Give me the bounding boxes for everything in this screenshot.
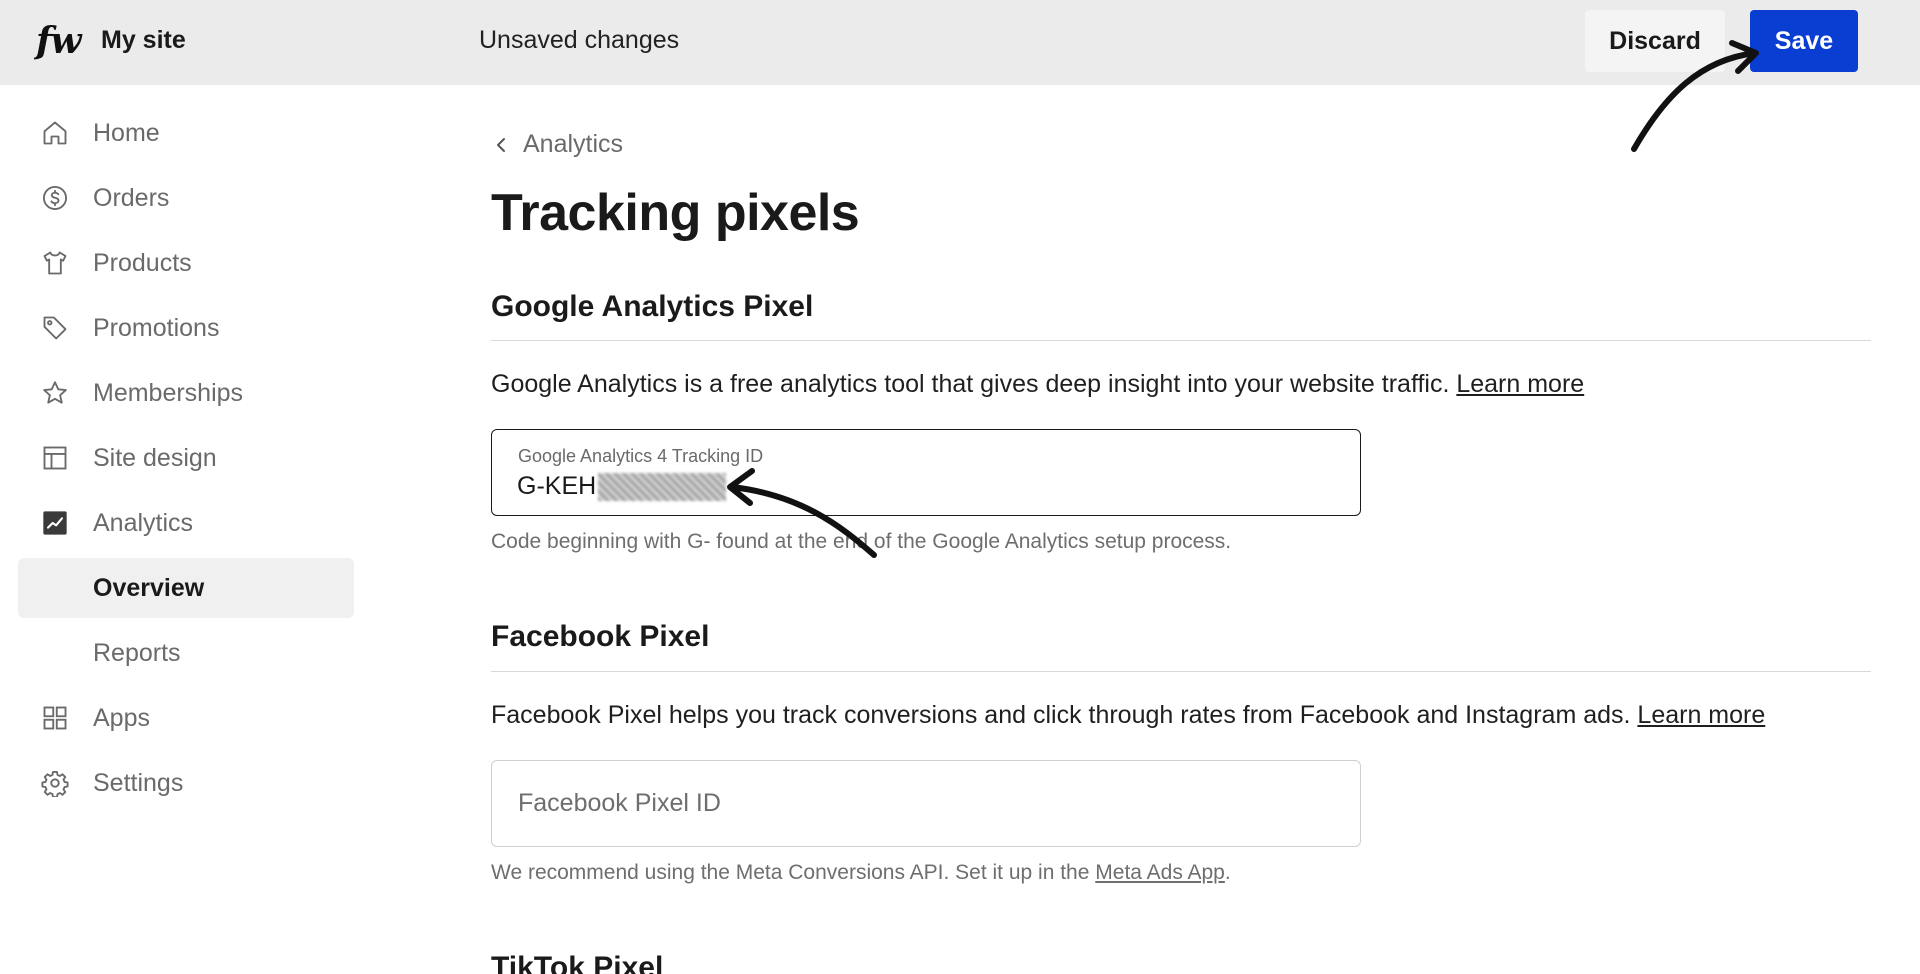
sidebar-item-settings[interactable]: Settings (18, 753, 354, 813)
discard-button[interactable]: Discard (1585, 10, 1725, 72)
facebook-pixel-id-input[interactable] (518, 761, 1338, 845)
field-value-text: G-KEH (517, 472, 597, 500)
meta-ads-app-link[interactable]: Meta Ads App (1095, 861, 1225, 884)
brand-logo[interactable]: fw (36, 20, 81, 62)
save-button[interactable]: Save (1750, 10, 1858, 72)
breadcrumb-back-link[interactable]: Analytics (491, 130, 623, 159)
chart-icon (43, 511, 67, 535)
sidebar-item-label: Memberships (93, 378, 244, 407)
sidebar-item-home[interactable]: Home (18, 103, 354, 163)
sidebar-item-site-design[interactable]: Site design (18, 428, 354, 488)
chevron-left-icon (497, 137, 505, 152)
site-name[interactable]: My site (101, 26, 186, 55)
grid-icon (43, 706, 67, 730)
google-tracking-id-field[interactable]: Google Analytics 4 Tracking ID G-KEH (491, 429, 1361, 516)
section-divider (491, 671, 1871, 672)
field-label: Google Analytics 4 Tracking ID (518, 446, 764, 466)
sidebar-item-label: Analytics (93, 508, 194, 537)
description-text: Google Analytics is a free analytics too… (491, 370, 1450, 398)
page-title: Tracking pixels (491, 184, 860, 242)
breadcrumb-label: Analytics (523, 130, 624, 158)
dollar-circle-icon (42, 185, 68, 211)
sidebar-item-label: Orders (93, 183, 170, 212)
sidebar-item-label: Overview (93, 573, 205, 602)
hint-suffix: . (1224, 861, 1231, 884)
sidebar-item-label: Reports (93, 638, 181, 667)
sidebar-item-memberships[interactable]: Memberships (18, 363, 354, 423)
sidebar-item-orders[interactable]: Orders (18, 168, 354, 228)
facebook-hint: We recommend using the Meta Conversions … (491, 861, 1231, 885)
star-icon (43, 381, 67, 404)
sidebar: Home Orders Products Promotions Membersh… (0, 85, 370, 974)
facebook-learn-more-link[interactable]: Learn more (1637, 701, 1765, 729)
google-analytics-description: Google Analytics is a free analytics too… (491, 370, 1584, 399)
gear-icon (41, 770, 69, 797)
sidebar-item-label: Apps (93, 703, 150, 732)
tiktok-section-title: TikTok Pixel (491, 951, 664, 974)
description-text: Facebook Pixel helps you track conversio… (491, 701, 1631, 729)
sidebar-item-promotions[interactable]: Promotions (18, 298, 354, 358)
unsaved-status: Unsaved changes (479, 26, 680, 54)
facebook-section-title: Facebook Pixel (491, 620, 710, 653)
sidebar-item-apps[interactable]: Apps (18, 688, 354, 748)
hint-text: We recommend using the Meta Conversions … (491, 861, 1090, 884)
sidebar-item-label: Site design (93, 443, 217, 472)
layout-icon (43, 446, 67, 470)
sidebar-item-analytics[interactable]: Analytics (18, 493, 354, 553)
section-divider (491, 340, 1871, 341)
sidebar-item-label: Home (93, 118, 160, 147)
sidebar-item-label: Products (93, 248, 192, 277)
sidebar-item-products[interactable]: Products (18, 233, 354, 293)
sidebar-item-reports[interactable]: Reports (18, 623, 354, 683)
facebook-pixel-id-field[interactable] (491, 760, 1361, 847)
redacted-value (598, 472, 727, 501)
facebook-description: Facebook Pixel helps you track conversio… (491, 701, 1765, 730)
google-learn-more-link[interactable]: Learn more (1456, 370, 1584, 398)
top-bar: fw My site Unsaved changes Discard Save (0, 0, 1920, 85)
google-tracking-hint: Code beginning with G- found at the end … (491, 530, 1232, 553)
sidebar-item-label: Settings (93, 768, 184, 797)
tshirt-icon (43, 251, 67, 275)
google-analytics-section-title: Google Analytics Pixel (491, 290, 814, 323)
tag-icon (43, 316, 67, 340)
home-icon (43, 121, 67, 145)
sidebar-item-overview[interactable]: Overview (18, 558, 354, 618)
field-value[interactable]: G-KEH (517, 472, 727, 501)
sidebar-item-label: Promotions (93, 313, 220, 342)
